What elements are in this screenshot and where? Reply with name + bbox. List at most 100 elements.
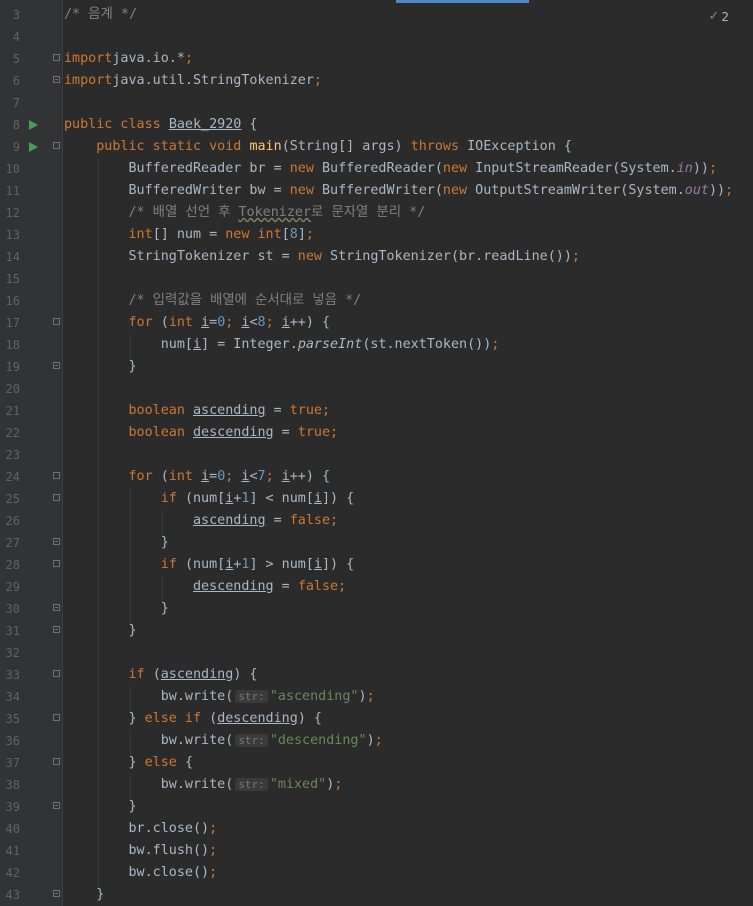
code-token: ; (491, 337, 500, 352)
fold-start-icon[interactable] (53, 142, 60, 149)
scroll-position-indicator[interactable] (396, 0, 529, 3)
code-token: } (64, 535, 169, 550)
fold-start-icon[interactable] (53, 758, 60, 765)
code-line[interactable]: 40 br.close(); (0, 818, 753, 840)
code-line[interactable]: 29 descending = false; (0, 576, 753, 598)
code-text: bw.write(str: "mixed"); (64, 776, 343, 794)
code-token: ) { (233, 667, 258, 682)
code-token: if (128, 667, 153, 682)
code-line[interactable]: 33 if (ascending) { (0, 664, 753, 686)
run-gutter-icon[interactable] (29, 120, 38, 130)
indent-guide (130, 774, 131, 800)
line-number: 31 (5, 624, 20, 638)
fold-end-icon[interactable] (53, 802, 60, 809)
code-line[interactable]: 27 } (0, 532, 753, 554)
code-line[interactable]: 22 boolean descending = true; (0, 422, 753, 444)
code-line[interactable]: 34 bw.write(str: "ascending"); (0, 686, 753, 708)
code-token: descending (193, 425, 274, 440)
line-number: 14 (5, 250, 20, 264)
inspection-widget[interactable]: ✓ 2 (708, 9, 729, 24)
fold-end-icon[interactable] (53, 362, 60, 369)
indent-guide (130, 334, 131, 360)
code-editor[interactable]: 3/* 음계 */4 5 importjava.io.*; 6 importjava.u… (0, 0, 753, 906)
code-line[interactable]: 11 BufferedWriter bw = new BufferedWrite… (0, 180, 753, 202)
code-token: new (289, 161, 322, 176)
fold-end-icon[interactable] (53, 626, 60, 633)
fold-end-icon[interactable] (53, 604, 60, 611)
code-token: ]) { (322, 557, 355, 572)
parameter-hint: str: (235, 778, 268, 791)
fold-start-icon[interactable] (53, 318, 60, 325)
code-token: } (64, 755, 145, 770)
code-token: /* 입력값을 배열에 순서대로 넣음 */ (128, 293, 362, 308)
code-text: } (64, 798, 137, 816)
code-token: (num[ (184, 491, 226, 506)
code-line[interactable]: 41 bw.flush(); (0, 840, 753, 862)
code-line[interactable]: 6 importjava.util.StringTokenizer; (0, 70, 753, 92)
code-line[interactable]: 26 ascending = false; (0, 510, 753, 532)
code-text: importjava.io.*; (64, 50, 193, 68)
fold-start-icon[interactable] (53, 472, 60, 479)
code-token: ; (374, 733, 383, 748)
code-line[interactable]: 28 if (num[i+1] > num[i]) { (0, 554, 753, 576)
code-line[interactable]: 18 num[i] = Integer.parseInt(st.nextToke… (0, 334, 753, 356)
code-line[interactable]: 32 (0, 642, 753, 664)
code-line[interactable]: 12 /* 배열 선언 후 Tokenizer로 문자열 분리 */ (0, 202, 753, 224)
code-text: bw.close(); (64, 864, 217, 882)
code-line[interactable]: 30 } (0, 598, 753, 620)
code-token: int (168, 315, 202, 330)
code-token: = (265, 513, 290, 528)
line-number: 22 (5, 426, 20, 440)
code-line[interactable]: 14 StringTokenizer st = new StringTokeni… (0, 246, 753, 268)
code-token: ++) { (289, 315, 331, 330)
code-line[interactable]: 8 public class Baek_2920 { (0, 114, 753, 136)
code-line[interactable]: 9 public static void main(String[] args)… (0, 136, 753, 158)
fold-start-icon[interactable] (53, 494, 60, 501)
fold-start-icon[interactable] (53, 560, 60, 567)
code-line[interactable]: 43 } (0, 884, 753, 906)
code-line[interactable]: 38 bw.write(str: "mixed"); (0, 774, 753, 796)
code-line[interactable]: 3 /* 음계 */ (0, 4, 753, 26)
code-line[interactable]: 4 (0, 26, 753, 48)
code-line[interactable]: 15 (0, 268, 753, 290)
line-number: 20 (5, 382, 20, 396)
code-line[interactable]: 7 (0, 92, 753, 114)
fold-start-icon[interactable] (53, 714, 60, 721)
code-token: (st.nextToken()) (362, 337, 492, 352)
code-token: java.io.* (112, 51, 185, 66)
code-line[interactable]: 36 bw.write(str: "descending"); (0, 730, 753, 752)
code-line[interactable]: 16 /* 입력값을 배열에 순서대로 넣음 */ (0, 290, 753, 312)
code-line[interactable]: 23 (0, 444, 753, 466)
code-line[interactable]: 31 } (0, 620, 753, 642)
code-line[interactable]: 13 int[] num = new int[8]; (0, 224, 753, 246)
code-text: int[] num = new int[8]; (64, 226, 314, 244)
code-line[interactable]: 39 } (0, 796, 753, 818)
code-line[interactable]: 35 } else if (descending) { (0, 708, 753, 730)
fold-end-icon[interactable] (53, 76, 60, 83)
code-line[interactable]: 5 importjava.io.*; (0, 48, 753, 70)
code-line[interactable]: 25 if (num[i+1] < num[i]) { (0, 488, 753, 510)
fold-start-icon[interactable] (53, 670, 60, 677)
code-line[interactable]: 10 BufferedReader br = new BufferedReade… (0, 158, 753, 180)
code-line[interactable]: 24 for (int i=0; i<7; i++) { (0, 466, 753, 488)
code-token: } (64, 799, 137, 814)
code-line[interactable]: 17 for (int i=0; i<8; i++) { (0, 312, 753, 334)
code-line[interactable]: 19 } (0, 356, 753, 378)
code-line[interactable]: 20 (0, 378, 753, 400)
line-number: 33 (5, 668, 20, 682)
code-line[interactable]: 37 } else { (0, 752, 753, 774)
line-number: 28 (5, 558, 20, 572)
code-token: } (64, 601, 169, 616)
code-line[interactable]: 42 bw.close(); (0, 862, 753, 884)
code-token: int (128, 227, 153, 242)
line-number: 40 (5, 822, 20, 836)
fold-end-icon[interactable] (53, 890, 60, 897)
fold-end-icon[interactable] (53, 538, 60, 545)
run-gutter-icon[interactable] (29, 142, 38, 152)
code-line[interactable]: 21 boolean ascending = true; (0, 400, 753, 422)
code-text: BufferedWriter bw = new BufferedWriter(n… (64, 182, 733, 200)
code-text: if (ascending) { (64, 666, 258, 684)
fold-start-icon[interactable] (53, 54, 60, 61)
